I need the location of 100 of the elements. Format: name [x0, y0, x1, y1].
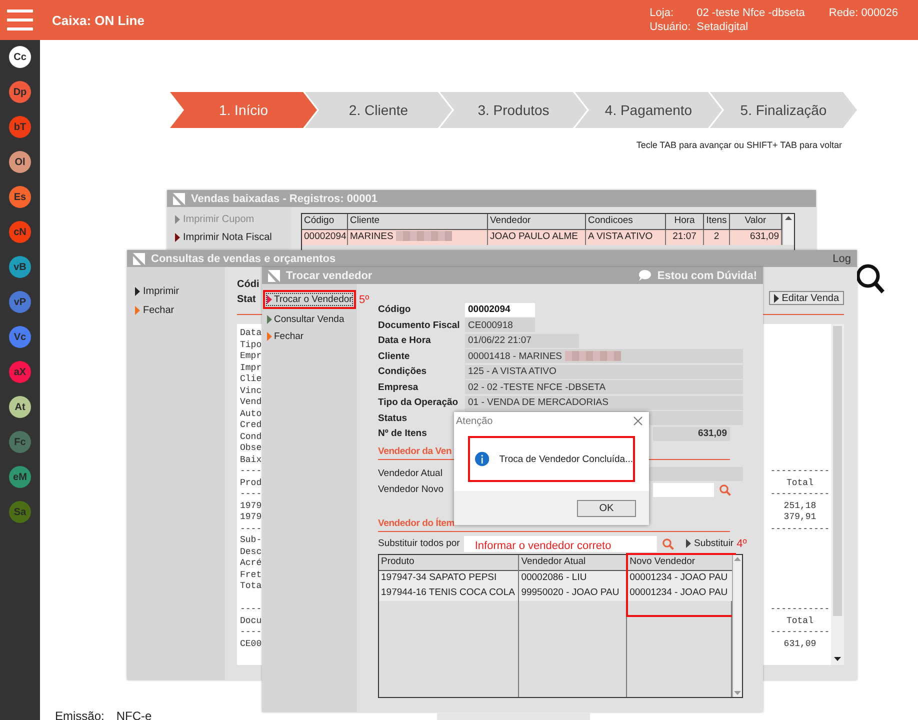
table-cell: 197944-16 TENIS COCA COLA: [379, 586, 518, 600]
column-header[interactable]: Hora: [666, 214, 704, 230]
log-link[interactable]: Log: [832, 252, 851, 264]
menu-item[interactable]: Consultar Venda: [266, 313, 346, 326]
menu-item[interactable]: Trocar o Vendedor: [266, 293, 354, 306]
app-shortcut[interactable]: Ol: [9, 151, 31, 173]
menu-item[interactable]: Imprimir: [133, 285, 219, 298]
receipt-line: 379,91: [784, 512, 816, 522]
app-shortcut[interactable]: Dp: [9, 81, 31, 103]
receipt-line: Total: [786, 616, 814, 626]
wizard-step[interactable]: 3. Produtos: [440, 92, 587, 128]
table-cell: 00001234 - JOAO PAU: [628, 586, 734, 600]
app-shortcut[interactable]: Cc: [9, 46, 31, 68]
receipt-line: ----: [240, 489, 262, 499]
scroll-up-icon[interactable]: [733, 554, 742, 562]
column-header[interactable]: Novo Vendedor: [628, 554, 734, 570]
app-title: Caixa: ON Line: [52, 12, 146, 28]
input-field[interactable]: [653, 482, 714, 496]
table-cell: A VISTA ATIVO: [586, 230, 666, 245]
receipt-line: -----------: [770, 466, 830, 476]
receipt-line: Total: [786, 478, 814, 488]
field-label: Vendedor Novo: [378, 484, 444, 495]
user-name: Setadigital: [696, 21, 750, 33]
receipt-line: Tota: [240, 581, 262, 591]
table-cell: 99950020 - JOAO PAU: [519, 586, 626, 600]
readonly-field: 01/06/22 21:07: [465, 334, 579, 348]
arrow-icon: [686, 539, 691, 548]
scrollbar[interactable]: [831, 324, 844, 665]
column-header[interactable]: Condicoes: [586, 214, 666, 230]
menu-icon[interactable]: [7, 9, 33, 31]
instruction-annotation: Informar o vendedor correto: [474, 540, 612, 552]
menu-item[interactable]: Fechar: [133, 304, 219, 317]
receipt-line: Empr: [240, 351, 262, 361]
menu-item[interactable]: Imprimir Nota Fiscal: [173, 231, 285, 244]
step-annotation: 4º: [736, 538, 747, 550]
scroll-up-icon[interactable]: [784, 214, 793, 222]
field-label: Substituir todos por: [378, 538, 460, 549]
scrollbar[interactable]: [782, 214, 794, 245]
edit-sale-button[interactable]: Editar Venda: [768, 291, 844, 305]
column-header[interactable]: Vendedor: [488, 214, 586, 230]
app-shortcut[interactable]: Vc: [9, 326, 31, 348]
table-cell: 00001234 - JOAO PAU: [628, 570, 734, 586]
close-icon[interactable]: [633, 416, 643, 426]
menu-item[interactable]: Fechar: [266, 330, 305, 343]
emission-label: Emissão:: [55, 709, 104, 720]
table-cell: 00002094: [302, 230, 348, 245]
window-logo-icon: [133, 252, 145, 264]
scrollbar[interactable]: [732, 554, 742, 696]
receipt-line: 1979: [240, 500, 262, 510]
replace-button[interactable]: Substituir: [684, 537, 736, 550]
column-header[interactable]: Valor: [730, 214, 782, 230]
receipt-line: 631,09: [784, 638, 816, 648]
chat-icon[interactable]: [639, 270, 652, 281]
table-cell: 197947-34 SAPATO PEPSI: [379, 570, 518, 586]
table-cell: MARINES: [348, 230, 488, 245]
store-name: 02 -teste Nfce -dbseta: [696, 7, 805, 19]
column-header[interactable]: Código: [302, 214, 348, 230]
readonly-field: 125 - A VISTA ATIVO: [465, 364, 743, 379]
input-field[interactable]: 00002094: [465, 302, 535, 317]
receipt-line: -----------: [770, 489, 830, 499]
column-header[interactable]: Produto: [379, 554, 518, 570]
window-logo-icon: [268, 270, 280, 282]
arrow-icon: [774, 294, 779, 302]
receipt-line: Vinc: [240, 386, 262, 396]
readonly-field: 00001418 - MARINES: [465, 349, 743, 364]
receipt-line: Tipo: [240, 340, 262, 350]
receipt-line: Clie: [240, 374, 262, 384]
field-label: Vendedor Atual: [378, 468, 444, 479]
field-label: Stat: [237, 294, 257, 305]
field-label: Códi: [237, 279, 260, 290]
wizard-step[interactable]: 2. Cliente: [305, 92, 452, 128]
app-shortcut[interactable]: vB: [9, 256, 31, 278]
receipt-line: Sub-: [240, 535, 262, 545]
readonly-field: CE000918: [465, 318, 535, 332]
field-label: Código: [378, 304, 412, 316]
input-field[interactable]: Informar o vendedor correto: [464, 536, 657, 552]
window-title: Vendas baixadas - Registros: 00001: [191, 192, 378, 204]
ok-button[interactable]: OK: [577, 500, 636, 516]
receipt-line: Desc: [240, 546, 262, 556]
column-header[interactable]: Cliente: [348, 214, 488, 230]
receipt-line: 1979: [240, 512, 262, 522]
step-annotation: 5º: [359, 294, 370, 306]
dialog-title: Atenção: [456, 416, 493, 427]
field-label: Condições: [378, 366, 428, 378]
receipt-line: Fret: [240, 570, 262, 580]
receipt-line: Acré: [240, 558, 262, 568]
column-header[interactable]: Vendedor Atual: [519, 554, 626, 570]
app-shortcut[interactable]: Es: [9, 186, 31, 208]
receipt-line: Obse: [240, 443, 262, 453]
app-shortcut[interactable]: bT: [9, 116, 31, 138]
wizard-step[interactable]: 5. Finalização: [710, 92, 857, 128]
receipt-line: Auto: [240, 408, 262, 418]
wizard-step[interactable]: 4. Pagamento: [575, 92, 722, 128]
app-shortcut[interactable]: cN: [9, 221, 31, 243]
store-label: Loja:: [650, 7, 675, 19]
app-shortcut[interactable]: eM: [9, 466, 31, 488]
readonly-field: 02 - 02 -TESTE NFCE -DBSETA: [465, 380, 743, 394]
table-cell: 21:07: [666, 230, 704, 245]
app-shortcut[interactable]: At: [9, 396, 31, 418]
column-header[interactable]: Itens: [704, 214, 730, 230]
